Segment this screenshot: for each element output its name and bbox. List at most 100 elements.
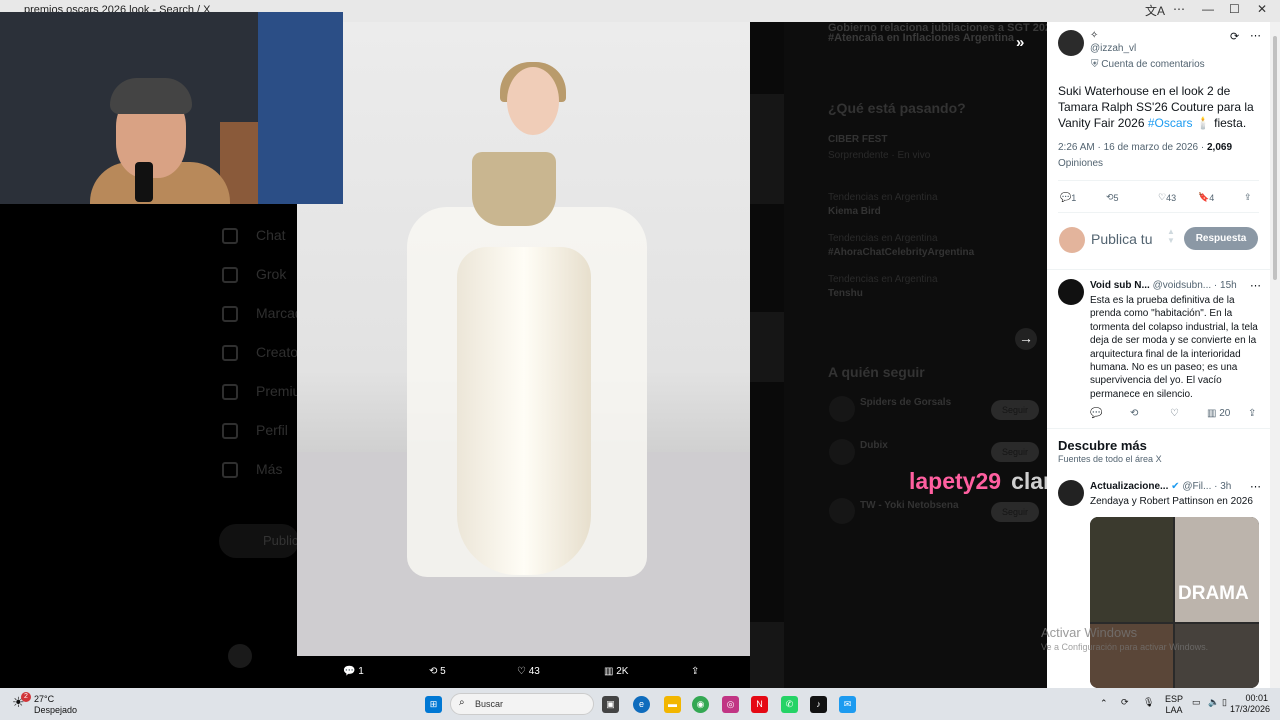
bookmark-action[interactable]: 🔖 4 [1198, 192, 1214, 203]
discover-avatar[interactable] [1058, 480, 1084, 506]
account-label: ⛨ Cuenta de comentarios [1091, 59, 1205, 70]
webcam-overlay [0, 12, 343, 204]
panel-scrollbar[interactable] [1270, 22, 1280, 688]
share-icon[interactable]: ⇪ [1244, 192, 1252, 203]
follow-name[interactable]: TW - Yoki Netobsena [860, 500, 959, 511]
reply-avatar[interactable] [1058, 279, 1084, 305]
minimize-icon[interactable]: — [1202, 2, 1214, 16]
post-button[interactable]: Publicar [219, 524, 310, 558]
follow-name[interactable]: Spiders de Gorsals [860, 397, 951, 408]
like-action[interactable]: ♡ 43 [517, 666, 540, 677]
mic-icon[interactable]: 🎙 [1143, 697, 1154, 708]
volume-icon[interactable]: 🔈 [1208, 697, 1219, 708]
reply-action[interactable]: 💬 1 [1060, 192, 1076, 203]
dimmed-right-sidebar: Gobierno relaciona jubilaciones a SGT 20… [784, 22, 1057, 688]
nav-profile[interactable]: Perfil [222, 422, 288, 440]
watermark-user: lapety29 [909, 468, 1002, 494]
share-icon[interactable]: ⇪ [691, 666, 699, 677]
tray-overflow-icon[interactable]: ⌃ [1100, 698, 1108, 709]
reply-icon[interactable]: 💬 [1090, 408, 1102, 419]
views-action[interactable]: ▥ 2K [604, 666, 628, 677]
bookmark-icon [222, 306, 238, 323]
instagram-icon[interactable]: ◎ [722, 696, 739, 713]
author-handle[interactable]: @izzah_vl [1090, 43, 1136, 54]
reply-text: Esta es la prueba definitiva de la prend… [1090, 295, 1258, 400]
views-icon[interactable]: ▥ 20 [1207, 408, 1230, 419]
grok-icon [222, 267, 238, 284]
follow-name[interactable]: Dubix [860, 440, 888, 451]
search-icon: ⌕ [459, 697, 465, 708]
stream-watermark: lapety29 claro [909, 468, 1066, 495]
tweet-panel: ✧ @izzah_vl ⟳ ⋯ ⛨ Cuenta de comentarios … [1047, 22, 1270, 688]
battery-icon[interactable]: ▯ [1222, 697, 1227, 708]
hashtag-link[interactable]: #Oscars [1148, 116, 1193, 130]
chrome-icon[interactable]: ◉ [692, 696, 709, 713]
author-avatar[interactable] [1058, 30, 1084, 56]
reply-actions: 💬 ⟲ ♡ ▥ 20 ⇪ [1090, 408, 1262, 422]
start-icon[interactable]: ⊞ [425, 696, 442, 713]
views-count: 2,069 [1206, 142, 1233, 153]
trend-title[interactable]: #AhoraChatCelebrityArgentina [828, 247, 974, 258]
reply-submit-button[interactable]: Respuesta [1184, 227, 1258, 250]
more-icon[interactable]: ⋯ [1250, 29, 1261, 42]
grok-icon[interactable]: ⟳ [1230, 30, 1239, 43]
views-label: Opiniones [1058, 158, 1104, 169]
tray-app-icon[interactable]: ⟳ [1121, 697, 1129, 708]
like-icon[interactable]: ♡ [1170, 408, 1179, 419]
more-icon[interactable]: ⋯ [1173, 2, 1185, 16]
trend-title[interactable]: Tenshu [828, 288, 863, 299]
follow-button[interactable]: Seguir [991, 442, 1039, 462]
taskbar-search[interactable]: Buscar [450, 693, 594, 715]
follow-button[interactable]: Seguir [991, 502, 1039, 522]
profile-icon [222, 423, 238, 440]
netflix-icon[interactable]: N [751, 696, 768, 713]
translate-icon[interactable]: 文A [1145, 2, 1165, 19]
discover-media[interactable]: DRAMA [1090, 517, 1259, 688]
account-avatar[interactable] [228, 644, 252, 668]
share-icon[interactable]: ⇪ [1248, 408, 1256, 419]
edge-icon[interactable]: e [633, 696, 650, 713]
follow-avatar [829, 439, 855, 465]
trend-context: Tendencias en Argentina [828, 233, 938, 244]
follow-heading: A quién seguir [828, 364, 925, 380]
file-explorer-icon[interactable]: ▬ [664, 696, 681, 713]
reply-input[interactable]: Publica tu [1091, 231, 1152, 247]
poster-title: DRAMA [1178, 583, 1249, 604]
taskbar: ☀ 2 27°C Despejado ⊞ Buscar ⌕ ▣ e ▬ ◉ ◎ … [0, 688, 1280, 720]
reply-more-icon[interactable]: ⋯ [1250, 279, 1261, 292]
app-active-icon[interactable]: ✉ [839, 696, 856, 713]
follow-button[interactable]: Seguir [991, 400, 1039, 420]
post-photo[interactable] [297, 22, 750, 656]
discover-text: Zendaya y Robert Pattinson en 2026 [1090, 496, 1253, 507]
language-indicator[interactable]: ESP LAA [1165, 694, 1183, 716]
dimmed-timeline-edge [750, 22, 784, 688]
discover-more-icon[interactable]: ⋯ [1250, 480, 1261, 493]
next-image-arrow-icon[interactable]: → [1015, 328, 1037, 350]
maximize-icon[interactable]: ☐ [1229, 2, 1240, 16]
repost-action[interactable]: ⟲ 5 [429, 666, 446, 677]
collapse-panel-icon[interactable]: » [1016, 34, 1024, 51]
clock[interactable]: 00:01 17/3/2026 [1230, 693, 1270, 715]
like-action[interactable]: ♡ 43 [1158, 192, 1176, 203]
reply-header: Void sub N... @voidsubn... · 15h [1090, 280, 1237, 291]
author-display-name[interactable]: ✧ [1090, 30, 1098, 41]
weather-desc[interactable]: Despejado [34, 705, 77, 715]
nav-more[interactable]: Más [222, 461, 282, 479]
scroll-arrows-icon: ▲ ▼ [1167, 227, 1175, 245]
close-icon[interactable]: ✕ [1257, 2, 1267, 16]
nav-chat[interactable]: Chat [222, 227, 286, 245]
nav-grok[interactable]: Grok [222, 266, 286, 284]
repost-icon[interactable]: ⟲ [1130, 408, 1138, 419]
weather-temp[interactable]: 27°C [34, 694, 54, 704]
task-view-icon[interactable]: ▣ [602, 696, 619, 713]
activation-title: Activar Windows [1041, 625, 1138, 640]
trend-title[interactable]: Kiema Bird [828, 206, 881, 217]
network-icon[interactable]: ▭ [1192, 697, 1201, 708]
whatsapp-icon[interactable]: ✆ [781, 696, 798, 713]
trends-heading: ¿Qué está pasando? [828, 100, 966, 116]
tiktok-icon[interactable]: ♪ [810, 696, 827, 713]
repost-action[interactable]: ⟲ 5 [1106, 192, 1119, 203]
trend-title[interactable]: CIBER FEST [828, 134, 887, 145]
reply-action[interactable]: 💬 1 [343, 666, 364, 677]
trend-context: Tendencias en Argentina [828, 274, 938, 285]
